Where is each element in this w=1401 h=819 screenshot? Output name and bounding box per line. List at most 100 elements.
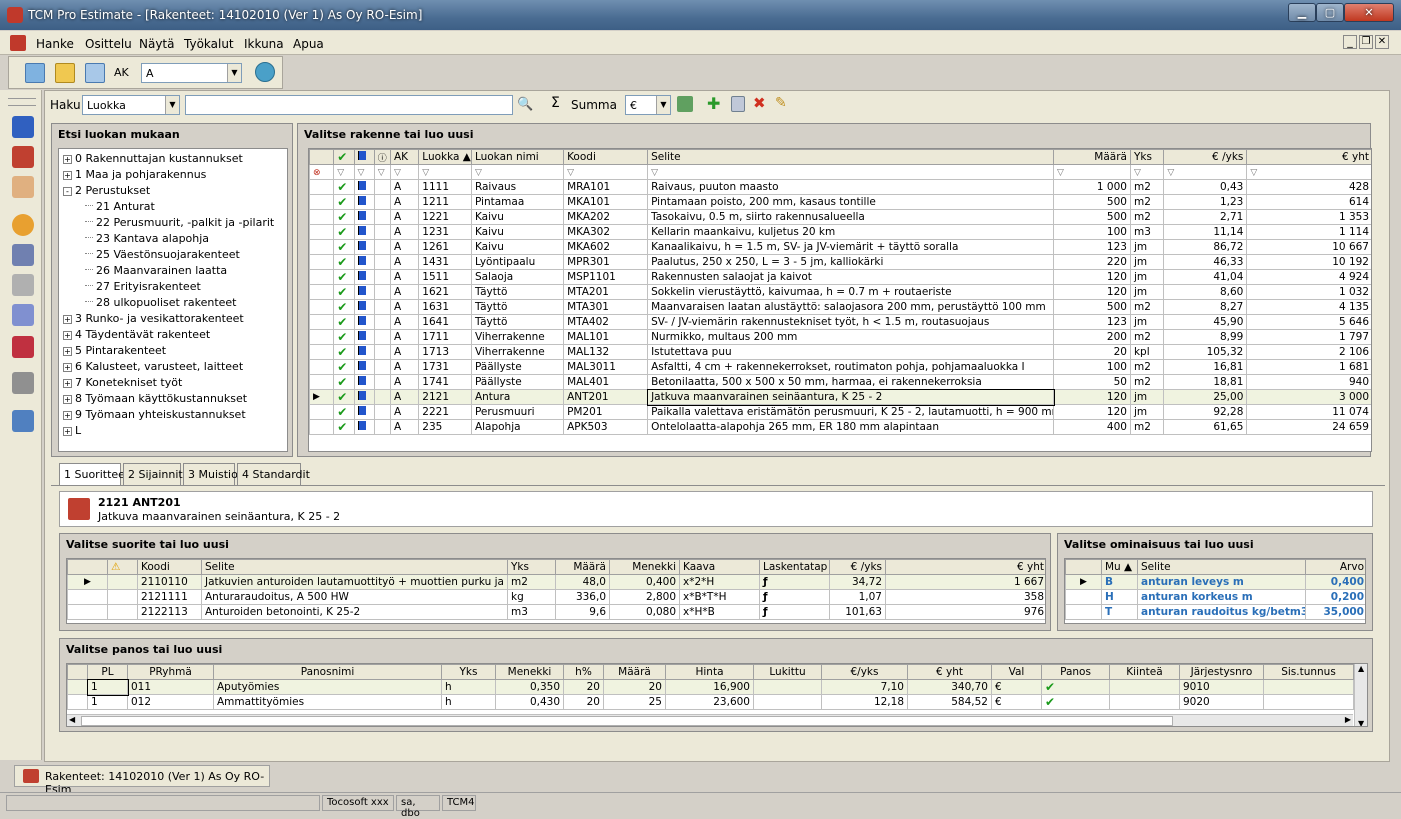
filter-icon[interactable]: ▽ [333,164,355,180]
cell-luokan-nimi[interactable]: Kaivu [470,209,565,225]
cell-luokka[interactable]: 1713 [418,344,472,360]
cell-eur-yks[interactable]: 2,71 [1163,209,1248,225]
table-row[interactable]: 1 012 Ammattityömies h 0,430 20 25 23,600 12,18 5… [67,694,1354,710]
cell-eur-yks[interactable]: 7,10 [821,679,908,695]
flag-icon[interactable] [353,224,375,240]
check-icon[interactable]: ✔ [333,404,355,420]
check-icon[interactable]: ✔ [333,224,355,240]
row-indicator[interactable] [309,224,335,240]
cell-eur-yht[interactable]: 340,70 [907,679,992,695]
cell-yks[interactable]: kg [507,589,556,605]
panos-check-icon[interactable]: ✔ [1041,679,1110,695]
cell-koodi[interactable]: ANT201 [563,389,649,405]
cell-eur-yks[interactable]: 16,81 [1163,359,1248,375]
col-eur-yht[interactable]: € yht [885,559,1045,575]
cell-yks[interactable]: m2 [1129,194,1165,210]
cell-maara[interactable]: 120 [1053,284,1131,300]
formula-icon[interactable]: ƒ [759,604,830,620]
table-row[interactable]: Hanturan korkeus m 0,200 [1065,589,1365,605]
cell-h-percent[interactable]: 20 [563,679,604,695]
col-h-percent[interactable]: h% [563,664,604,680]
expand-icon[interactable]: + [63,347,72,356]
col-luokan-nimi[interactable]: Luokan nimi [470,149,565,165]
cell-luokan-nimi[interactable]: Täyttö [470,314,565,330]
table-row[interactable]: 2122113 Anturoiden betonointi, K 25-2 m3 9,… [67,604,1045,620]
cell-yks[interactable]: m2 [1129,359,1165,375]
tree-item[interactable]: +7 Konetekniset työt [63,375,182,391]
info-cell[interactable] [373,374,391,390]
cell-ak[interactable]: A [389,284,420,300]
cell-luokka[interactable]: 1711 [418,329,472,345]
menu-osittelu[interactable]: Osittelu [85,37,132,51]
check-icon[interactable]: ✔ [333,419,355,435]
cell-selite[interactable]: Paikalla valettava eristämätön perusmuur… [647,404,1055,420]
cell-eur-yht[interactable]: 11 074 [1246,404,1371,420]
cell-eur-yht[interactable]: 428 [1246,179,1371,195]
row-indicator[interactable] [1065,589,1102,605]
formula-icon[interactable]: ƒ [759,574,830,590]
cell-sis-tunnus[interactable] [1263,694,1354,710]
check-icon[interactable]: ✔ [333,269,355,285]
col-koodi[interactable]: Koodi [137,559,202,575]
cell-kaava[interactable]: x*H*B [679,604,760,620]
info-cell[interactable] [373,194,391,210]
check-icon[interactable]: ✔ [333,254,355,270]
filter-icon[interactable]: ▽ [418,164,472,180]
cell-selite[interactable]: Jatkuva maanvarainen seinäantura, K 25 -… [646,388,1055,406]
cell-selite[interactable]: Pintamaan poisto, 200 mm, kasaus tontill… [647,194,1055,210]
row-indicator[interactable] [309,179,335,195]
copy-icon[interactable] [731,96,745,112]
cell-koodi[interactable]: MTA402 [563,314,649,330]
mdi-taskbar-item[interactable]: Rakenteet: 14102010 (Ver 1) As Oy RO-Esi… [14,765,270,796]
vertical-scrollbar[interactable]: ▲ ▼ [1354,664,1367,726]
tree-item[interactable]: +3 Runko- ja vesikattorakenteet [63,311,244,327]
info-cell[interactable] [373,419,391,435]
delete-icon[interactable]: ✖ [753,94,766,112]
cell-koodi[interactable]: MPR301 [563,254,649,270]
cell-ak[interactable]: A [389,299,420,315]
check-icon[interactable]: ✔ [333,194,355,210]
table-row[interactable]: ✔ A 235 Alapohja APK503 Ontelolaatta-alapohja… [309,419,1371,435]
table-row[interactable]: Tanturan raudoitus kg/betm3 35,000 [1065,604,1365,620]
cell-luokka[interactable]: 1261 [418,239,472,255]
cell-pl[interactable]: 1 [87,694,128,710]
cell-maara[interactable]: 123 [1053,314,1131,330]
clear-icon[interactable]: ✎ [775,95,787,111]
cell-yks[interactable]: m3 [1129,224,1165,240]
cell-ak[interactable]: A [389,419,420,435]
check-icon[interactable]: ✔ [333,344,355,360]
scroll-left-icon[interactable]: ◀ [69,715,75,724]
cell-eur-yks[interactable]: 101,63 [829,604,886,620]
row-indicator[interactable] [309,344,335,360]
cell-arvo[interactable]: 0,400 [1305,574,1365,590]
table-row[interactable]: ✔ A 1641 Täyttö MTA402 SV- / JV-viemärin rake… [309,314,1371,330]
cell-selite[interactable]: Istutettava puu [647,344,1055,360]
cell-eur-yht[interactable]: 24 659 [1246,419,1371,435]
row-indicator[interactable] [309,269,335,285]
flag-icon[interactable] [353,374,375,390]
mdi-restore-icon[interactable]: ❐ [1359,35,1373,49]
cell-ak[interactable]: A [389,254,420,270]
cell-eur-yks[interactable]: 105,32 [1163,344,1248,360]
minimize-button[interactable]: ▁ [1288,3,1316,22]
cell-yks[interactable]: m2 [1129,179,1165,195]
cell-eur-yht[interactable]: 4 924 [1246,269,1371,285]
check-icon[interactable]: ✔ [333,209,355,225]
cell-selite[interactable]: Betonilaatta, 500 x 500 x 50 mm, harmaa,… [647,374,1055,390]
cell-koodi[interactable]: 2110110 [137,574,202,590]
cell-eur-yks[interactable]: 11,14 [1163,224,1248,240]
tree-item[interactable]: +6 Kalusteet, varusteet, laitteet [63,359,243,375]
info-cell[interactable] [373,254,391,270]
col-sis-tunnus[interactable]: Sis.tunnus [1263,664,1354,680]
col-yks[interactable]: Yks [507,559,556,575]
col-lukittu[interactable]: Lukittu [753,664,822,680]
cell-koodi[interactable]: MAL401 [563,374,649,390]
current-row-icon[interactable]: ▶ [309,389,335,405]
cell-luokan-nimi[interactable]: Päällyste [470,374,565,390]
cell-selite[interactable]: Kanaalikaivu, h = 1.5 m, SV- ja JV-viemä… [647,239,1055,255]
expand-icon[interactable]: + [63,427,72,436]
scroll-up-icon[interactable]: ▲ [1358,664,1364,673]
table-row[interactable]: ✔ A 1711 Viherrakenne MAL101 Nurmikko, multau… [309,329,1371,345]
table-row[interactable]: ✔ A 1511 Salaoja MSP1101 Rakennusten salaojat… [309,269,1371,285]
flag-icon[interactable] [353,209,375,225]
